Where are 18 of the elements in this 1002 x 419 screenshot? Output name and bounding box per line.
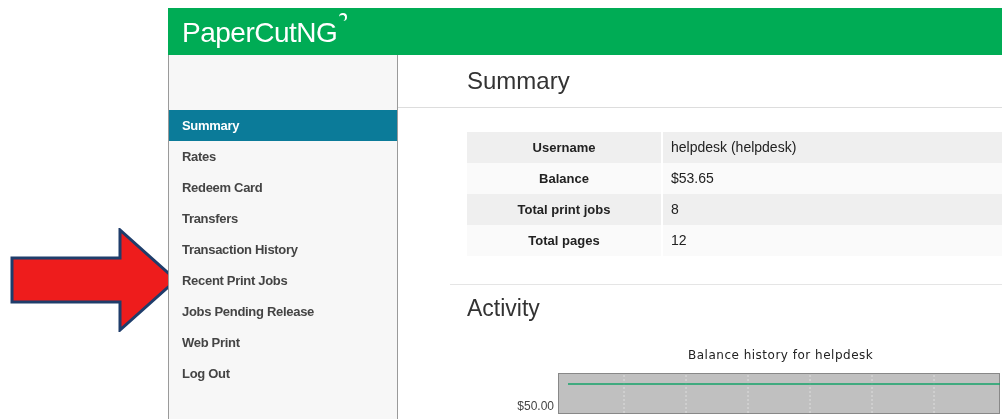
sidebar-item[interactable]: Recent Print Jobs — [169, 265, 397, 296]
chart-title: Balance history for helpdesk — [688, 347, 874, 362]
page-title: Summary — [467, 66, 570, 96]
field-label: Total print jobs — [516, 200, 612, 219]
sidebar-item[interactable]: Redeem Card — [169, 172, 397, 203]
sidebar-item[interactable]: Log Out — [169, 358, 397, 389]
sidebar-item[interactable]: Transaction History — [169, 234, 397, 265]
field-label: Total pages — [527, 231, 601, 250]
sidebar-item[interactable]: Jobs Pending Release — [169, 296, 397, 327]
field-label: Username — [531, 138, 597, 157]
axis-tick-label: $50.00 — [517, 397, 554, 415]
sidebar-item[interactable]: Transfers — [169, 203, 397, 234]
sidebar-item[interactable]: Summary — [169, 110, 397, 141]
sidebar-item[interactable]: Rates — [169, 141, 397, 172]
field-value: 12 — [661, 225, 687, 256]
section-title: Activity — [467, 295, 540, 321]
field-label: Balance — [538, 169, 590, 188]
sidebar-item[interactable]: Web Print — [169, 327, 397, 358]
